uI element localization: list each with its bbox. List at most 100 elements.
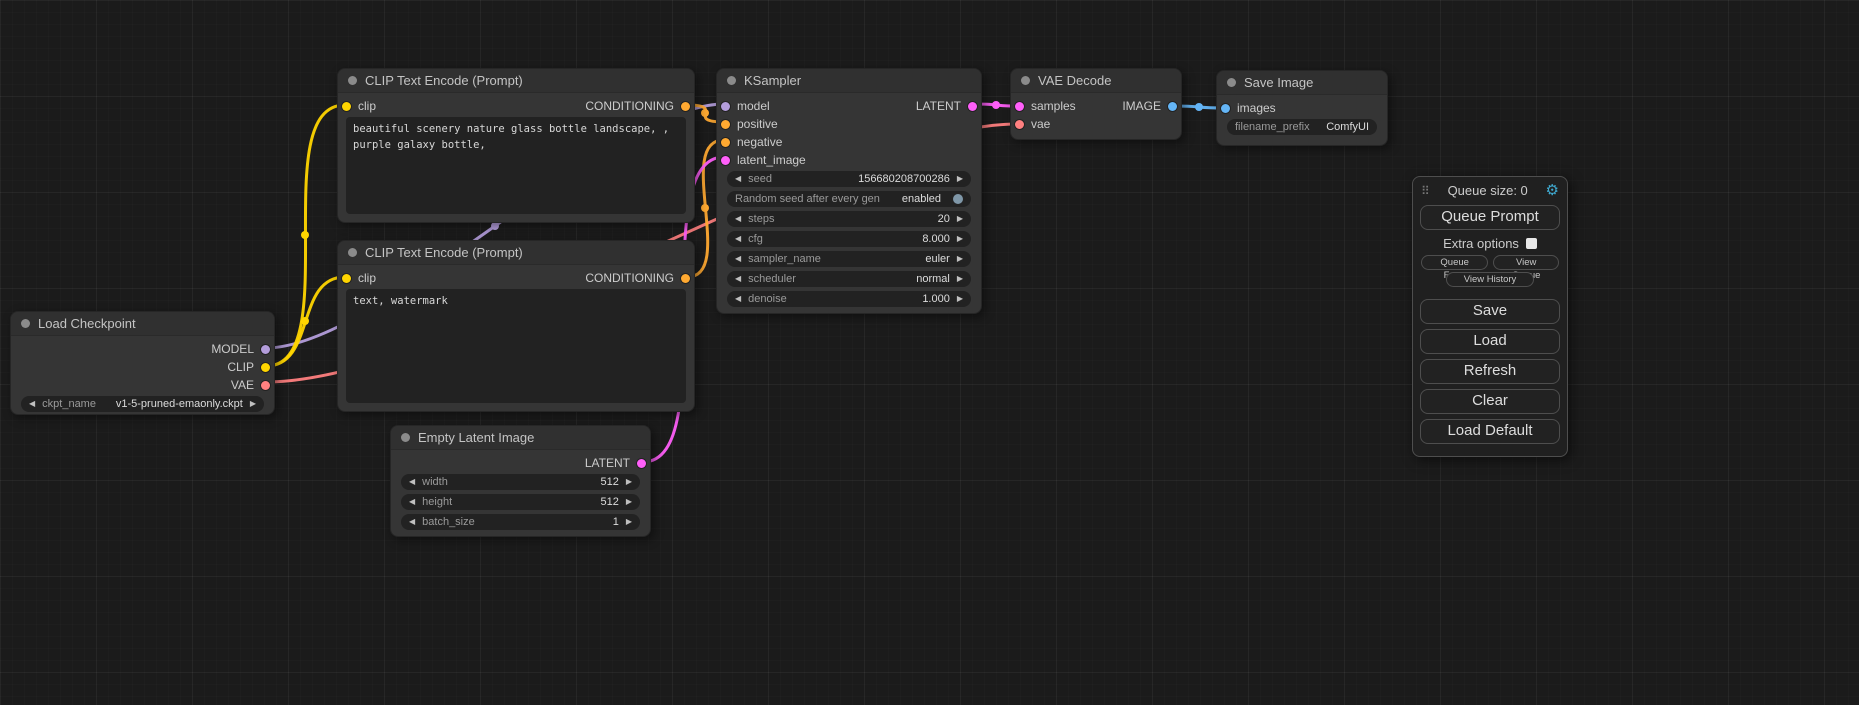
node-load-checkpoint[interactable]: Load Checkpoint MODEL CLIP VAE ◀ ckpt_na… (10, 311, 275, 415)
input-slot-latent-image[interactable]: latent_image (721, 153, 806, 167)
input-slot-clip[interactable]: clip (342, 271, 376, 285)
increment-arrow-icon[interactable]: ▶ (957, 275, 963, 283)
widget-scheduler[interactable]: ◀ scheduler normal ▶ (727, 271, 971, 287)
view-history-button[interactable]: View History (1446, 272, 1534, 287)
collapse-dot[interactable] (1227, 78, 1236, 87)
increment-arrow-icon[interactable]: ▶ (626, 498, 632, 506)
input-slot-vae[interactable]: vae (1015, 117, 1050, 131)
negative-prompt-textarea[interactable]: text, watermark (346, 289, 686, 403)
save-button[interactable]: Save (1420, 299, 1560, 324)
widget-sampler-name[interactable]: ◀ sampler_name euler ▶ (727, 251, 971, 267)
collapse-dot[interactable] (1021, 76, 1030, 85)
model-slot-dot[interactable] (261, 345, 270, 354)
node-vae-decode[interactable]: VAE Decode samples IMAGE vae (1010, 68, 1182, 140)
increment-arrow-icon[interactable]: ▶ (957, 215, 963, 223)
latent-slot-dot[interactable] (721, 156, 730, 165)
increment-arrow-icon[interactable]: ▶ (957, 235, 963, 243)
output-slot-conditioning[interactable]: CONDITIONING (585, 271, 690, 285)
conditioning-slot-dot[interactable] (681, 274, 690, 283)
collapse-dot[interactable] (348, 248, 357, 257)
widget-seed[interactable]: ◀ seed 156680208700286 ▶ (727, 171, 971, 187)
node-ksampler[interactable]: KSampler model LATENT positive negative (716, 68, 982, 314)
node-title-bar[interactable]: VAE Decode (1011, 69, 1181, 93)
increment-arrow-icon[interactable]: ▶ (250, 400, 256, 408)
node-title-bar[interactable]: Empty Latent Image (391, 426, 650, 450)
clip-slot-dot[interactable] (342, 274, 351, 283)
collapse-dot[interactable] (21, 319, 30, 328)
latent-slot-dot[interactable] (1015, 102, 1024, 111)
decrement-arrow-icon[interactable]: ◀ (409, 478, 415, 486)
image-slot-dot[interactable] (1168, 102, 1177, 111)
node-clip-text-encode-negative[interactable]: CLIP Text Encode (Prompt) clip CONDITION… (337, 240, 695, 412)
widget-cfg[interactable]: ◀ cfg 8.000 ▶ (727, 231, 971, 247)
decrement-arrow-icon[interactable]: ◀ (409, 498, 415, 506)
output-slot-conditioning[interactable]: CONDITIONING (585, 99, 690, 113)
widget-random-seed-toggle[interactable]: Random seed after every gen enabled (727, 191, 971, 207)
widget-filename-prefix[interactable]: filename_prefix ComfyUI (1227, 119, 1377, 135)
node-title-bar[interactable]: Save Image (1217, 71, 1387, 95)
decrement-arrow-icon[interactable]: ◀ (735, 215, 741, 223)
view-queue-button[interactable]: View Queue (1493, 255, 1559, 270)
widget-batch-size[interactable]: ◀ batch_size 1 ▶ (401, 514, 640, 530)
widget-denoise[interactable]: ◀ denoise 1.000 ▶ (727, 291, 971, 307)
node-title-bar[interactable]: KSampler (717, 69, 981, 93)
model-slot-dot[interactable] (721, 102, 730, 111)
increment-arrow-icon[interactable]: ▶ (626, 518, 632, 526)
decrement-arrow-icon[interactable]: ◀ (735, 255, 741, 263)
positive-prompt-textarea[interactable]: beautiful scenery nature glass bottle la… (346, 117, 686, 214)
clip-slot-dot[interactable] (342, 102, 351, 111)
widget-ckpt-name[interactable]: ◀ ckpt_name v1-5-pruned-emaonly.ckpt ▶ (21, 396, 264, 412)
input-slot-positive[interactable]: positive (721, 117, 778, 131)
node-save-image[interactable]: Save Image images filename_prefix ComfyU… (1216, 70, 1388, 146)
conditioning-slot-dot[interactable] (721, 138, 730, 147)
widget-steps[interactable]: ◀ steps 20 ▶ (727, 211, 971, 227)
refresh-button[interactable]: Refresh (1420, 359, 1560, 384)
extra-options-checkbox[interactable] (1526, 238, 1537, 249)
collapse-dot[interactable] (727, 76, 736, 85)
decrement-arrow-icon[interactable]: ◀ (735, 275, 741, 283)
node-canvas[interactable]: Load Checkpoint MODEL CLIP VAE ◀ ckpt_na… (0, 0, 1859, 705)
vae-slot-dot[interactable] (1015, 120, 1024, 129)
load-button[interactable]: Load (1420, 329, 1560, 354)
input-slot-clip[interactable]: clip (342, 99, 376, 113)
node-title-bar[interactable]: Load Checkpoint (11, 312, 274, 336)
increment-arrow-icon[interactable]: ▶ (957, 295, 963, 303)
input-slot-negative[interactable]: negative (721, 135, 782, 149)
widget-height[interactable]: ◀ height 512 ▶ (401, 494, 640, 510)
latent-slot-dot[interactable] (968, 102, 977, 111)
decrement-arrow-icon[interactable]: ◀ (735, 175, 741, 183)
output-slot-latent[interactable]: LATENT (916, 99, 977, 113)
drag-handle-icon[interactable]: ⠿ (1421, 185, 1430, 197)
decrement-arrow-icon[interactable]: ◀ (735, 235, 741, 243)
output-slot-image[interactable]: IMAGE (1122, 99, 1177, 113)
conditioning-slot-dot[interactable] (721, 120, 730, 129)
input-slot-images[interactable]: images (1221, 101, 1276, 115)
conditioning-slot-dot[interactable] (681, 102, 690, 111)
latent-slot-dot[interactable] (637, 459, 646, 468)
vae-slot-dot[interactable] (261, 381, 270, 390)
node-title-bar[interactable]: CLIP Text Encode (Prompt) (338, 241, 694, 265)
load-default-button[interactable]: Load Default (1420, 419, 1560, 444)
comfy-menu-panel[interactable]: ⠿ Queue size: 0 ⚙ Queue Prompt Extra opt… (1412, 176, 1568, 457)
output-slot-clip[interactable]: CLIP (227, 360, 270, 374)
increment-arrow-icon[interactable]: ▶ (957, 255, 963, 263)
queue-front-button[interactable]: Queue Front (1421, 255, 1488, 270)
node-empty-latent-image[interactable]: Empty Latent Image LATENT ◀ width 512 ▶ … (390, 425, 651, 537)
collapse-dot[interactable] (401, 433, 410, 442)
settings-gear-icon[interactable]: ⚙ (1546, 183, 1559, 198)
decrement-arrow-icon[interactable]: ◀ (735, 295, 741, 303)
decrement-arrow-icon[interactable]: ◀ (29, 400, 35, 408)
output-slot-model[interactable]: MODEL (211, 342, 270, 356)
queue-prompt-button[interactable]: Queue Prompt (1420, 205, 1560, 230)
output-slot-latent[interactable]: LATENT (585, 456, 646, 470)
input-slot-samples[interactable]: samples (1015, 99, 1076, 113)
increment-arrow-icon[interactable]: ▶ (957, 175, 963, 183)
input-slot-model[interactable]: model (721, 99, 770, 113)
output-slot-vae[interactable]: VAE (231, 378, 270, 392)
increment-arrow-icon[interactable]: ▶ (626, 478, 632, 486)
clip-slot-dot[interactable] (261, 363, 270, 372)
node-clip-text-encode-positive[interactable]: CLIP Text Encode (Prompt) clip CONDITION… (337, 68, 695, 223)
node-title-bar[interactable]: CLIP Text Encode (Prompt) (338, 69, 694, 93)
image-slot-dot[interactable] (1221, 104, 1230, 113)
collapse-dot[interactable] (348, 76, 357, 85)
